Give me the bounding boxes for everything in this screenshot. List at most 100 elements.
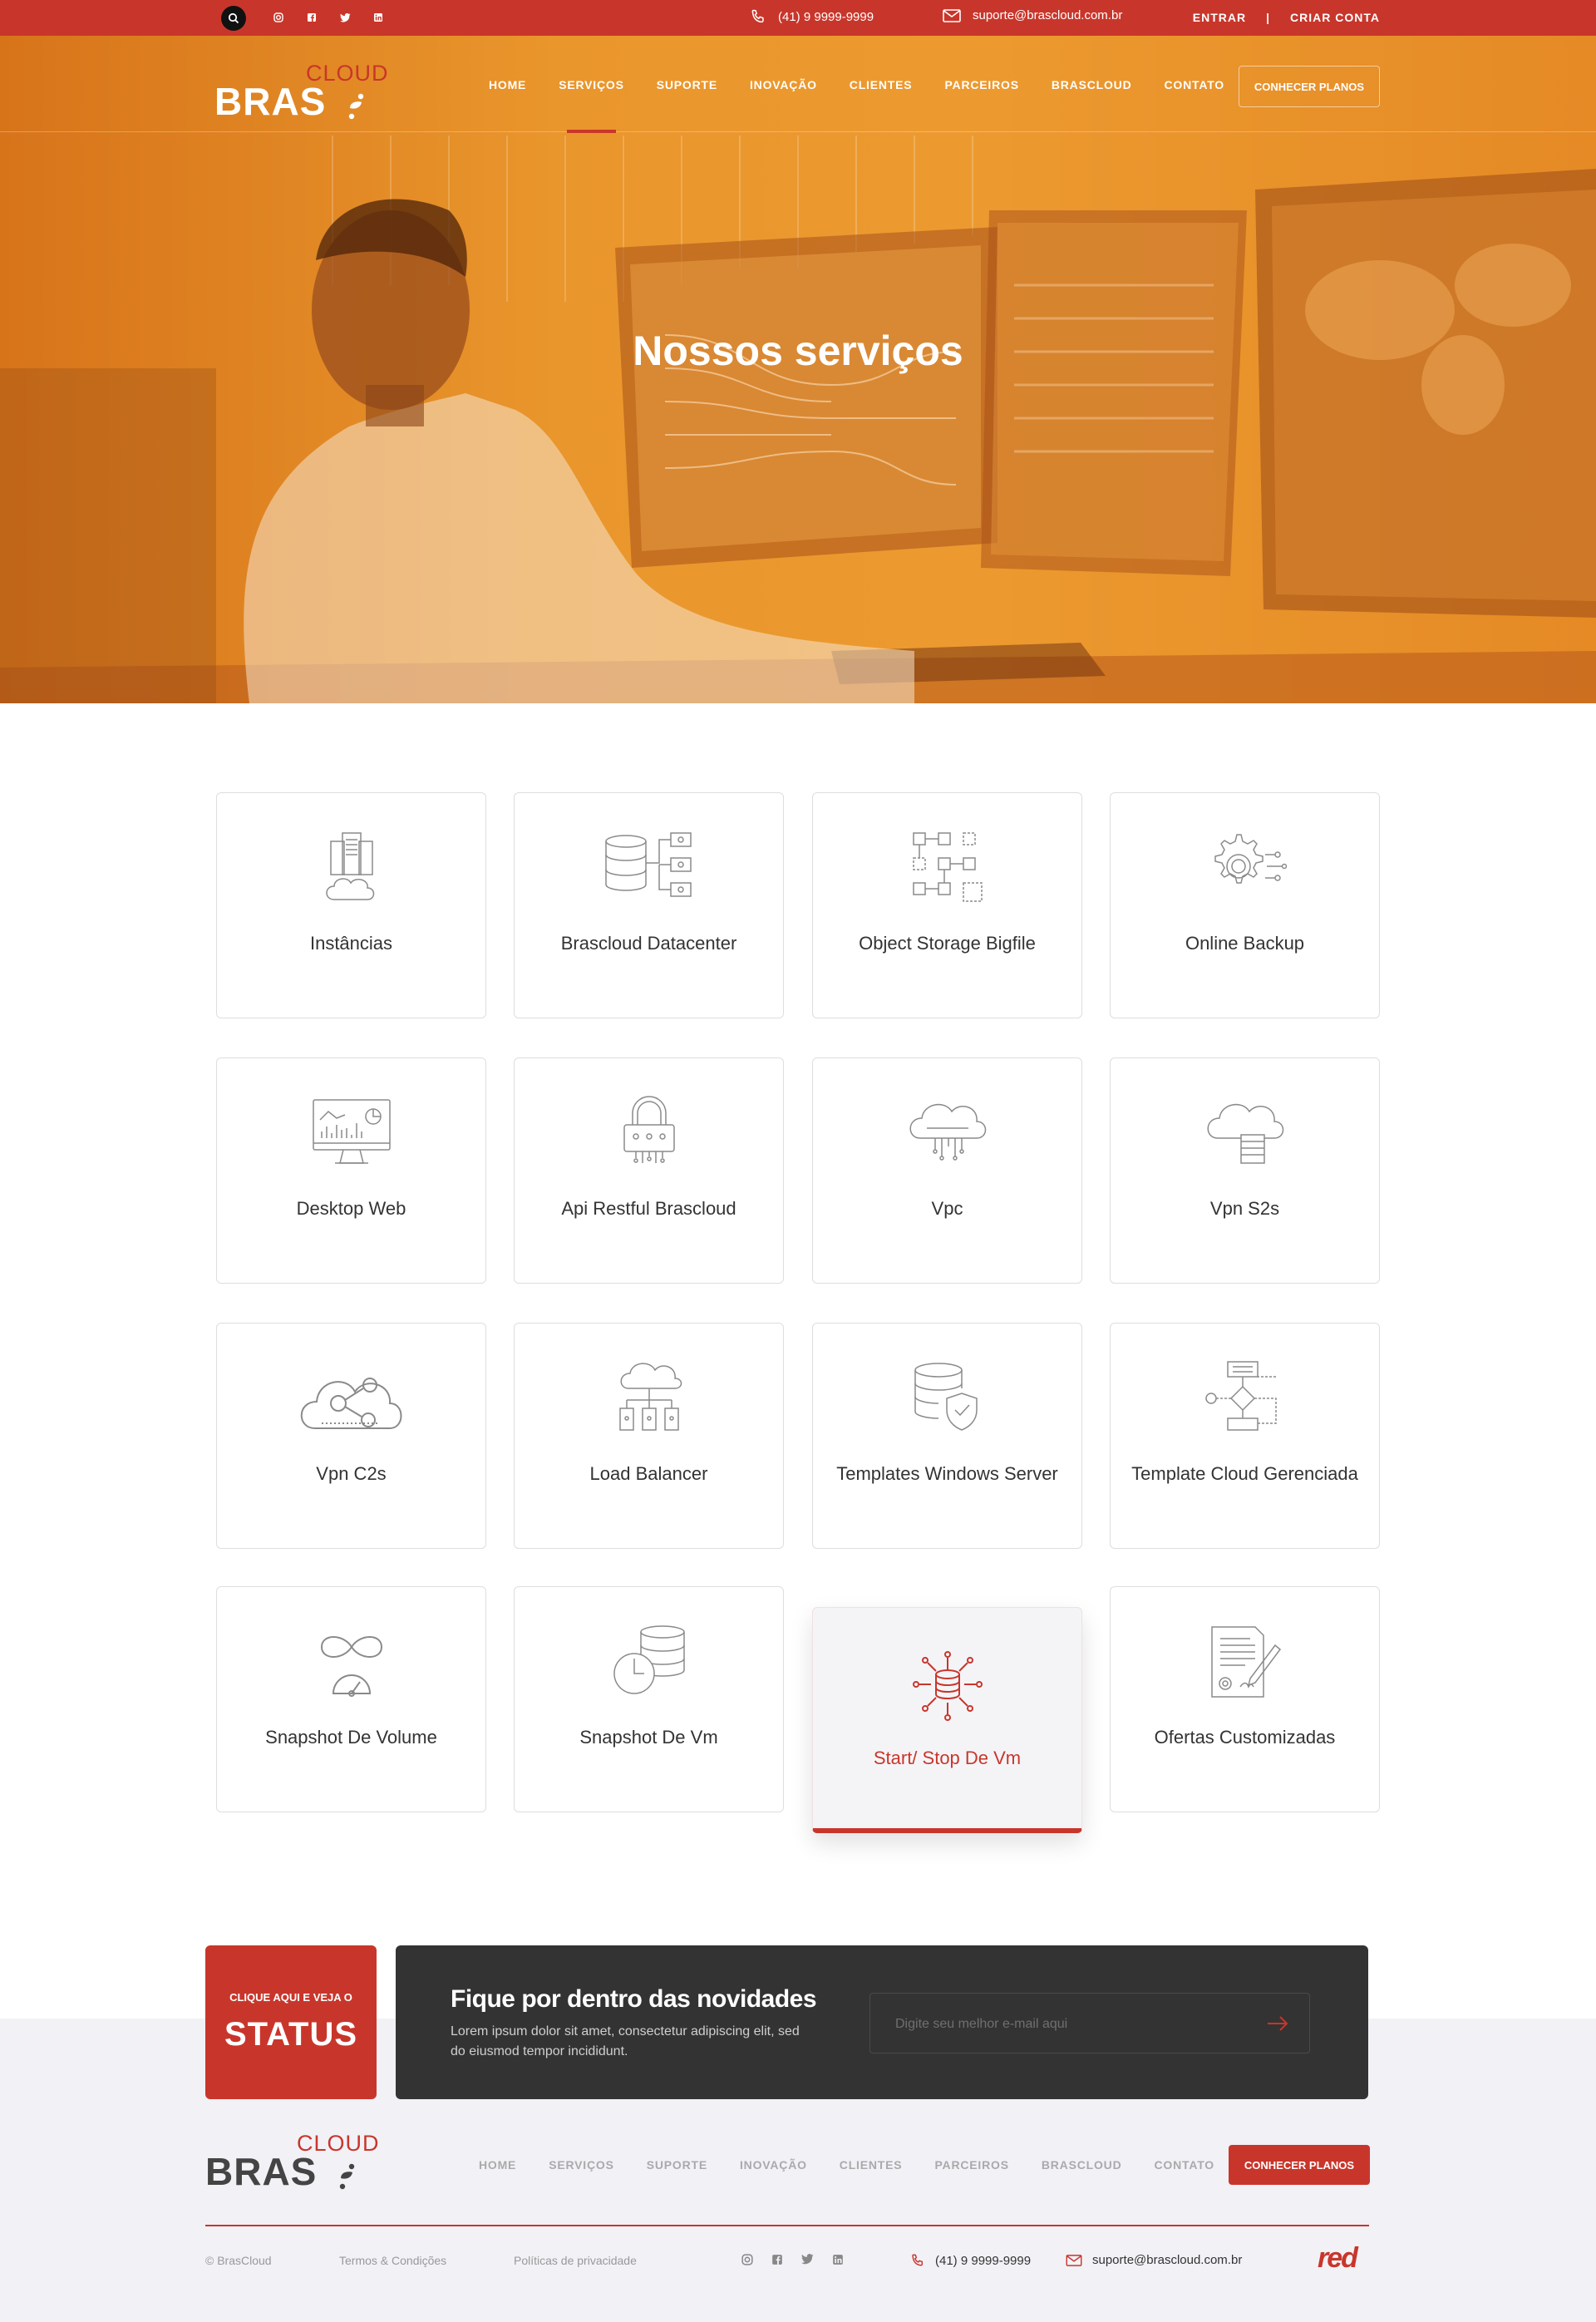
service-label: Template Cloud Gerenciada [1131,1463,1358,1484]
social-links [271,10,386,25]
service-label: Vpn S2s [1209,1198,1280,1219]
nav-divider [0,131,1596,132]
footer-nav-contato[interactable]: CONTATO [1155,2158,1214,2172]
service-label: Vpc [931,1198,963,1219]
service-card-vpc[interactable]: Vpc [812,1057,1082,1284]
nav-brascloud[interactable]: BRASCLOUD [1052,78,1132,91]
search-button[interactable] [221,6,246,31]
cloud-circuit-icon [909,1103,986,1161]
desktop-chart-icon [312,1099,391,1164]
topbar-email[interactable]: suporte@brascloud.com.br [943,8,1122,22]
footer-nav-suporte[interactable]: SUPORTE [647,2158,707,2172]
hero-title: Nossos serviços [633,328,963,374]
service-label: Ofertas Customizadas [1154,1727,1336,1748]
privacy-link[interactable]: Políticas de privacidade [514,2254,637,2267]
service-label: Snapshot De Vm [579,1727,718,1748]
service-label: Instâncias [309,933,393,954]
database-network-icon [604,832,692,897]
instagram-icon[interactable] [271,10,286,25]
service-label: Start/ Stop De Vm [873,1748,1022,1768]
service-label: Vpn C2s [316,1463,387,1484]
service-card-vpn-s2s[interactable]: Vpn S2s [1110,1057,1380,1284]
cloud-server-icon [1207,1103,1283,1164]
footer-plans-button[interactable]: CONHECER PLANOS [1229,2145,1370,2185]
newsletter-submit-button[interactable] [1266,2015,1289,2036]
phone-icon [751,9,764,23]
footer-email[interactable]: suporte@brascloud.com.br [1066,2253,1242,2267]
service-card-load-balancer[interactable]: Load Balancer [514,1323,784,1549]
terms-link[interactable]: Termos & Condições [339,2254,446,2267]
twitter-icon[interactable] [337,10,352,25]
footer-nav-home[interactable]: HOME [479,2158,516,2172]
login-link[interactable]: ENTRAR [1193,11,1246,24]
service-card-api-restful[interactable]: Api Restful Brascloud [514,1057,784,1284]
auth-links: ENTRAR | CRIAR CONTA [1193,11,1380,24]
footer-phone-text: (41) 9 9999-9999 [935,2253,1032,2268]
header-plans-button[interactable]: CONHECER PLANOS [1239,66,1380,107]
twitter-icon[interactable] [801,2254,814,2270]
footer-logo[interactable]: BRAS CLOUD [205,2131,405,2197]
service-card-snapshot-volume[interactable]: Snapshot De Volume [216,1586,486,1812]
nav-clientes[interactable]: CLIENTES [850,78,913,91]
mail-icon [943,8,961,22]
object-grid-icon [912,832,983,902]
facebook-icon[interactable] [304,10,319,25]
cloud-share-icon [300,1378,401,1429]
footer-nav-servicos[interactable]: SERVIÇOS [549,2158,614,2172]
linkedin-icon[interactable] [371,10,386,25]
database-nodes-icon [912,1651,983,1721]
service-card-desktop-web[interactable]: Desktop Web [216,1057,486,1284]
flowchart-icon [1204,1361,1277,1431]
signup-link[interactable]: CRIAR CONTA [1290,11,1380,24]
gear-network-icon [1214,834,1287,884]
service-card-start-stop-vm[interactable]: Start/ Stop De Vm [812,1607,1082,1833]
nav-contato[interactable]: CONTATO [1165,78,1224,91]
arrow-right-icon [1268,2016,1288,2031]
newsletter-panel: Fique por dentro das novidades Lorem ips… [396,1945,1368,2099]
service-card-instancias[interactable]: Instâncias [216,792,486,1018]
newsletter-email-input[interactable] [870,1994,1236,2054]
service-card-datacenter[interactable]: Brascloud Datacenter [514,792,784,1018]
status-title: STATUS [224,2016,358,2053]
footer-nav-brascloud[interactable]: BRASCLOUD [1042,2158,1122,2172]
service-card-object-storage[interactable]: Object Storage Bigfile [812,792,1082,1018]
top-bar: (41) 9 9999-9999 suporte@brascloud.com.b… [0,0,1596,36]
linkedin-icon[interactable] [832,2254,844,2270]
hero-banner: BRAS CLOUD HOME SERVIÇOS SUPORTE INOVAÇÃ… [0,36,1596,703]
service-card-template-cloud[interactable]: Template Cloud Gerenciada [1110,1323,1380,1549]
footer-nav-inovacao[interactable]: INOVAÇÃO [740,2158,807,2172]
copyright-text: © BrasCloud [205,2254,272,2267]
nav-suporte[interactable]: SUPORTE [657,78,717,91]
nav-inovacao[interactable]: INOVAÇÃO [750,78,817,91]
newsletter-form [869,1993,1310,2054]
service-label: Brascloud Datacenter [560,933,737,954]
topbar-phone-text: (41) 9 9999-9999 [778,9,874,24]
service-label: Desktop Web [296,1198,406,1219]
topbar-phone[interactable]: (41) 9 9999-9999 [750,8,874,25]
service-card-online-backup[interactable]: Online Backup [1110,792,1380,1018]
service-card-ofertas[interactable]: Ofertas Customizadas [1110,1586,1380,1812]
main-nav: HOME SERVIÇOS SUPORTE INOVAÇÃO CLIENTES … [489,78,1224,133]
footer-logo-accent-text: CLOUD [297,2131,380,2156]
footer-phone[interactable]: (41) 9 9999-9999 [910,2253,1031,2268]
service-label: Online Backup [1185,933,1305,954]
footer-nav-clientes[interactable]: CLIENTES [840,2158,903,2172]
service-card-templates-windows[interactable]: Templates Windows Server [812,1323,1082,1549]
status-button[interactable]: CLIQUE AQUI E VEJA O STATUS [205,1945,377,2099]
topbar-email-text: suporte@brascloud.com.br [973,8,1123,22]
service-label: Templates Windows Server [836,1463,1058,1484]
brand-logo[interactable]: BRAS CLOUD [214,61,414,127]
cloud-balancer-icon [618,1363,682,1431]
service-card-snapshot-vm[interactable]: Snapshot De Vm [514,1586,784,1812]
nav-parceiros[interactable]: PARCEIROS [944,78,1018,91]
mail-icon [1066,2254,1082,2266]
instagram-icon[interactable] [741,2254,753,2270]
nav-servicos[interactable]: SERVIÇOS [559,78,624,133]
partner-logo-red[interactable]: red [1318,2242,1358,2275]
footer-nav-parceiros[interactable]: PARCEIROS [934,2158,1008,2172]
auth-separator: | [1266,11,1271,24]
service-card-vpn-c2s[interactable]: Vpn C2s [216,1323,486,1549]
footer-logo-leaf-icon [339,2163,355,2190]
facebook-icon[interactable] [771,2254,783,2270]
nav-home[interactable]: HOME [489,78,526,91]
